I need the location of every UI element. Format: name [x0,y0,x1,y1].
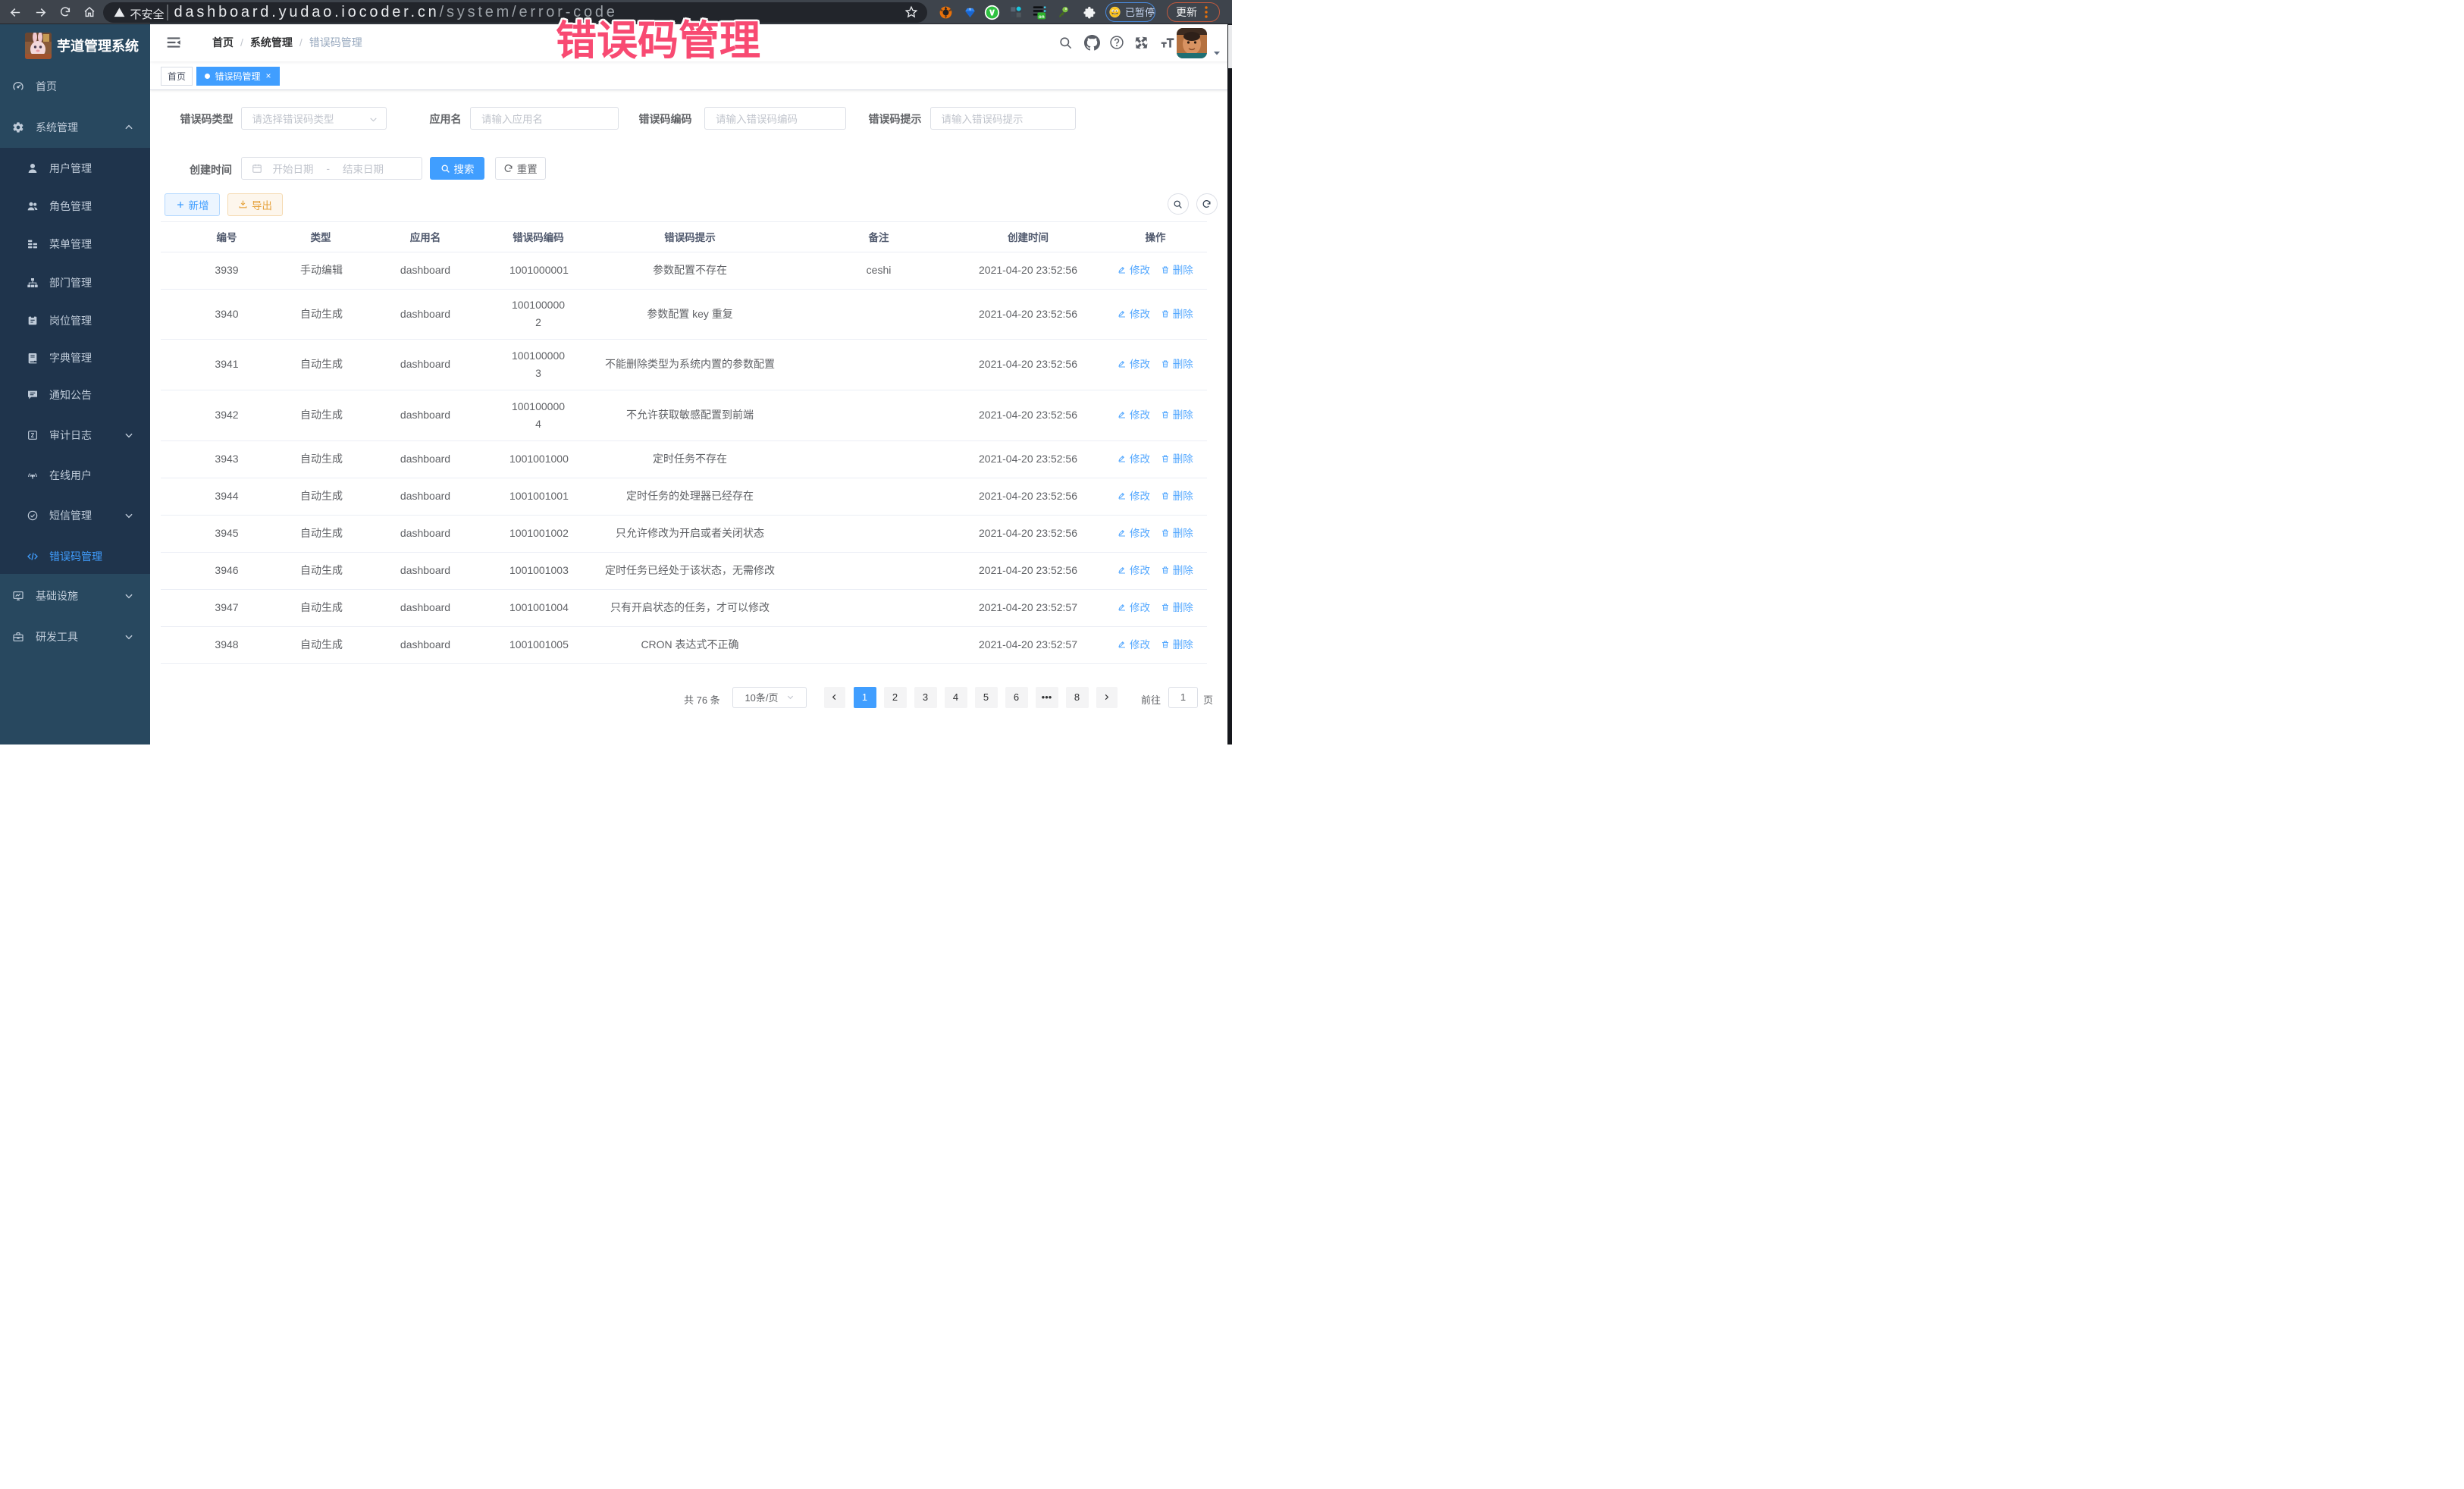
svg-text:on: on [1038,14,1044,19]
